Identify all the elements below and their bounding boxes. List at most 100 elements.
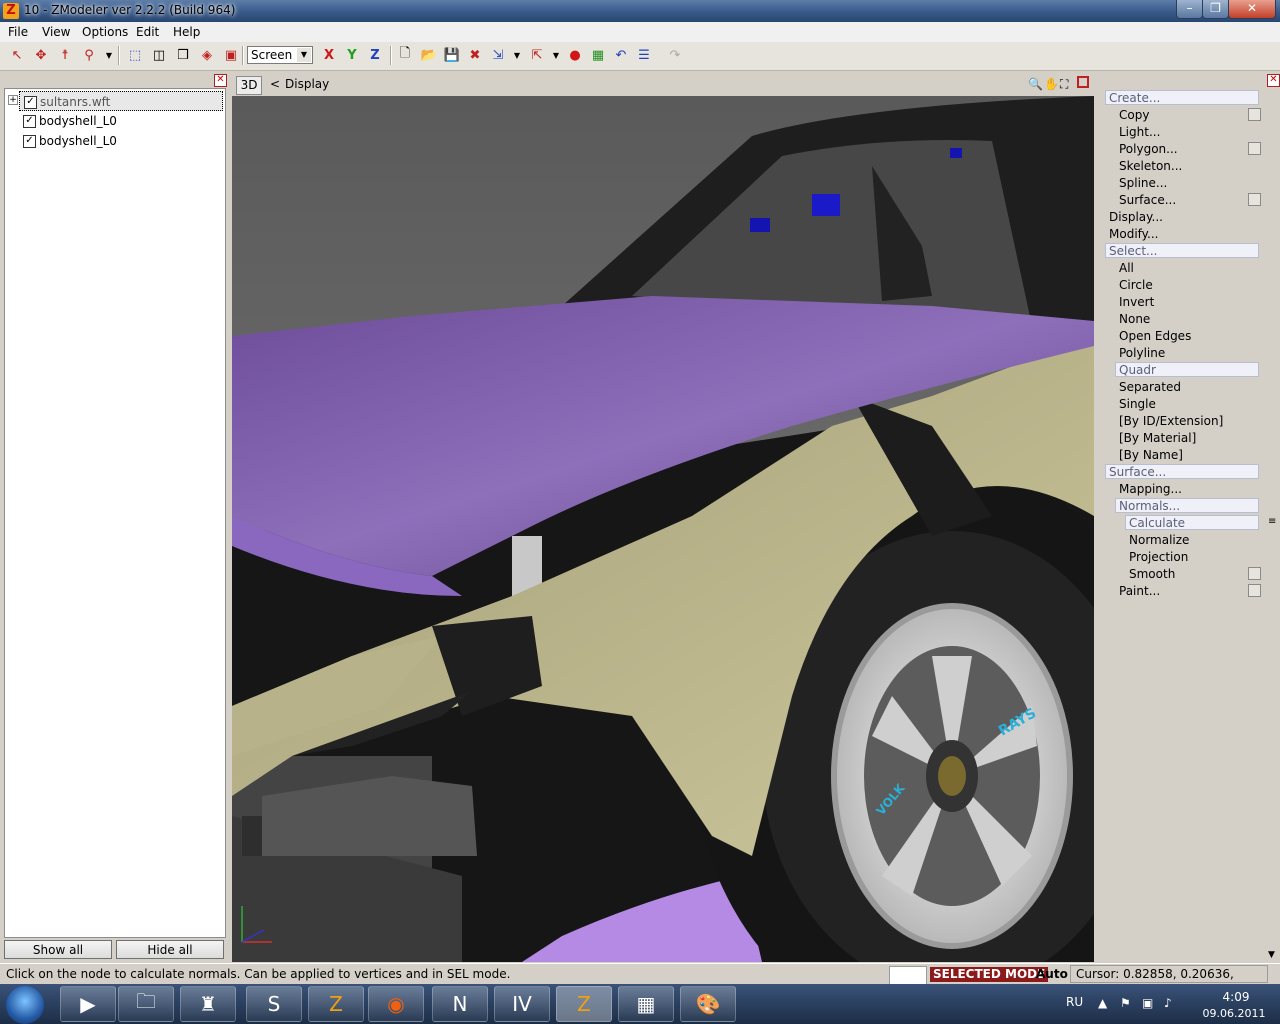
selection-mode-indicator[interactable]: SELECTED MODE	[930, 967, 1049, 982]
axis-z-toggle[interactable]: Z	[366, 46, 384, 64]
game-app-icon[interactable]: ♜	[180, 986, 236, 1022]
display-section[interactable]: Display...	[1109, 210, 1163, 224]
select-polyline[interactable]: Polyline	[1119, 346, 1165, 362]
paint-icon[interactable]: 🎨	[680, 986, 736, 1022]
select-by-id[interactable]: [By ID/Extension]	[1119, 414, 1223, 430]
hide-all-button[interactable]: Hide all	[116, 940, 224, 959]
chevron-down-icon[interactable]: ▼	[547, 46, 565, 64]
viewport-display-tab[interactable]: Display	[285, 77, 329, 91]
undo-icon[interactable]: ↶	[612, 46, 630, 64]
maximize-button[interactable]: ❐	[1202, 0, 1229, 19]
zmodeler-icon[interactable]: Z	[308, 986, 364, 1022]
select-circle[interactable]: Circle	[1119, 278, 1153, 294]
smooth-options-box[interactable]	[1248, 567, 1261, 580]
save-icon[interactable]: 💾	[443, 46, 461, 64]
create-polygon[interactable]: Polygon...	[1119, 142, 1178, 158]
skype-icon[interactable]: S	[246, 986, 302, 1022]
close-icon[interactable]: ✕	[214, 74, 227, 87]
surface-options-box[interactable]	[1248, 193, 1261, 206]
select-by-material[interactable]: [By Material]	[1119, 431, 1196, 447]
new-file-icon[interactable]: 🗋	[396, 46, 414, 64]
volume-icon[interactable]: ♪	[1164, 996, 1172, 1010]
surface-paint[interactable]: Paint...	[1119, 584, 1160, 600]
select-section[interactable]: Select...	[1105, 243, 1259, 258]
close-button[interactable]: ✕	[1228, 0, 1276, 19]
visibility-checkbox[interactable]: ✓	[23, 115, 36, 128]
maximize-viewport-icon[interactable]: ⛶	[1060, 77, 1068, 92]
copy-options-box[interactable]	[1248, 108, 1261, 121]
select-open-edges[interactable]: Open Edges	[1119, 329, 1191, 345]
chevron-down-icon[interactable]: ▼	[100, 46, 118, 64]
auto-indicator[interactable]: Auto	[1036, 967, 1068, 981]
menu-options[interactable]: Options	[82, 25, 128, 39]
zmodeler-active-icon[interactable]: Z	[556, 986, 612, 1022]
menu-edit[interactable]: Edit	[136, 25, 159, 39]
move-tool-icon[interactable]: ✥	[32, 46, 50, 64]
object-mode-icon[interactable]: ❒	[174, 46, 192, 64]
gta-iv-icon[interactable]: IV	[494, 986, 550, 1022]
minimize-button[interactable]: –	[1176, 0, 1203, 19]
solid-mode-icon[interactable]: ▣	[222, 46, 240, 64]
axis-x-toggle[interactable]: X	[320, 46, 338, 64]
image-viewer-icon[interactable]: ▦	[618, 986, 674, 1022]
polygon-options-box[interactable]	[1248, 142, 1261, 155]
create-light[interactable]: Light...	[1119, 125, 1160, 141]
tree-row[interactable]: ✓ sultanrs.wft	[19, 91, 223, 111]
surface-mapping[interactable]: Mapping...	[1119, 482, 1182, 498]
language-indicator[interactable]: RU	[1066, 995, 1083, 1009]
menu-view[interactable]: View	[42, 25, 70, 39]
tree-row[interactable]: ✓ bodyshell_L0	[5, 111, 223, 131]
create-section[interactable]: Create...	[1105, 90, 1259, 105]
delete-icon[interactable]: ✖	[466, 46, 484, 64]
zoom-icon[interactable]: 🔍	[1028, 77, 1043, 91]
visibility-checkbox[interactable]: ✓	[23, 135, 36, 148]
select-invert[interactable]: Invert	[1119, 295, 1154, 311]
select-by-name[interactable]: [By Name]	[1119, 448, 1183, 464]
network-icon[interactable]: ▣	[1142, 996, 1153, 1010]
create-copy[interactable]: Copy	[1119, 108, 1149, 124]
surface-mode-icon[interactable]: ◈	[198, 46, 216, 64]
tray-expand-icon[interactable]: ▲	[1098, 996, 1107, 1010]
material-editor-icon[interactable]: ▦	[589, 46, 607, 64]
axis-y-toggle[interactable]: Y	[343, 46, 361, 64]
select-separated[interactable]: Separated	[1119, 380, 1181, 396]
menu-help[interactable]: Help	[173, 25, 200, 39]
normals-calculate-active[interactable]: Calculate	[1125, 515, 1259, 530]
record-icon[interactable]: ●	[566, 46, 584, 64]
app-icon[interactable]: Z	[3, 3, 19, 19]
create-skeleton[interactable]: Skeleton...	[1119, 159, 1182, 175]
select-all[interactable]: All	[1119, 261, 1134, 277]
action-center-icon[interactable]: ⚑	[1120, 996, 1131, 1010]
viewport-mode-button[interactable]: 3D	[236, 76, 262, 95]
visibility-checkbox[interactable]: ✓	[24, 96, 37, 109]
pan-hand-icon[interactable]: ✋	[1044, 77, 1059, 91]
file-explorer-icon[interactable]: 🗀	[118, 986, 174, 1022]
close-icon[interactable]: ✕	[1267, 74, 1280, 87]
tree-row[interactable]: ✓ bodyshell_L0	[5, 131, 223, 151]
open-folder-icon[interactable]: 📂	[420, 46, 438, 64]
firefox-icon[interactable]: ◉	[368, 986, 424, 1022]
normals-normalize[interactable]: Normalize	[1129, 533, 1189, 549]
normals-smooth[interactable]: Smooth	[1129, 567, 1175, 583]
start-button[interactable]	[6, 986, 44, 1024]
modify-section[interactable]: Modify...	[1109, 227, 1159, 241]
media-player-icon[interactable]: ▶	[60, 986, 116, 1022]
expand-icon[interactable]: +	[8, 95, 18, 105]
select-quadr-active[interactable]: Quadr	[1115, 362, 1259, 377]
import-icon[interactable]: ⇲	[489, 46, 507, 64]
normals-projection[interactable]: Projection	[1129, 550, 1188, 566]
chevron-down-icon[interactable]: ▼	[508, 46, 526, 64]
clock-date[interactable]: 09.06.2011	[1198, 1007, 1270, 1020]
create-spline[interactable]: Spline...	[1119, 176, 1167, 192]
panel-scroll-grip[interactable]: ≡	[1268, 516, 1276, 527]
stop-icon[interactable]	[1077, 76, 1089, 88]
3d-viewport[interactable]: RAYS VOLK	[232, 96, 1094, 962]
scroll-down-arrow[interactable]: ▼	[1268, 950, 1275, 960]
face-mode-icon[interactable]: ◫	[150, 46, 168, 64]
hierarchy-tool-icon[interactable]: ⚲	[80, 46, 98, 64]
figure-tool-icon[interactable]: ☨	[56, 46, 74, 64]
menu-file[interactable]: File	[8, 25, 28, 39]
select-none[interactable]: None	[1119, 312, 1150, 328]
export-icon[interactable]: ⇱	[528, 46, 546, 64]
select-single[interactable]: Single	[1119, 397, 1156, 413]
